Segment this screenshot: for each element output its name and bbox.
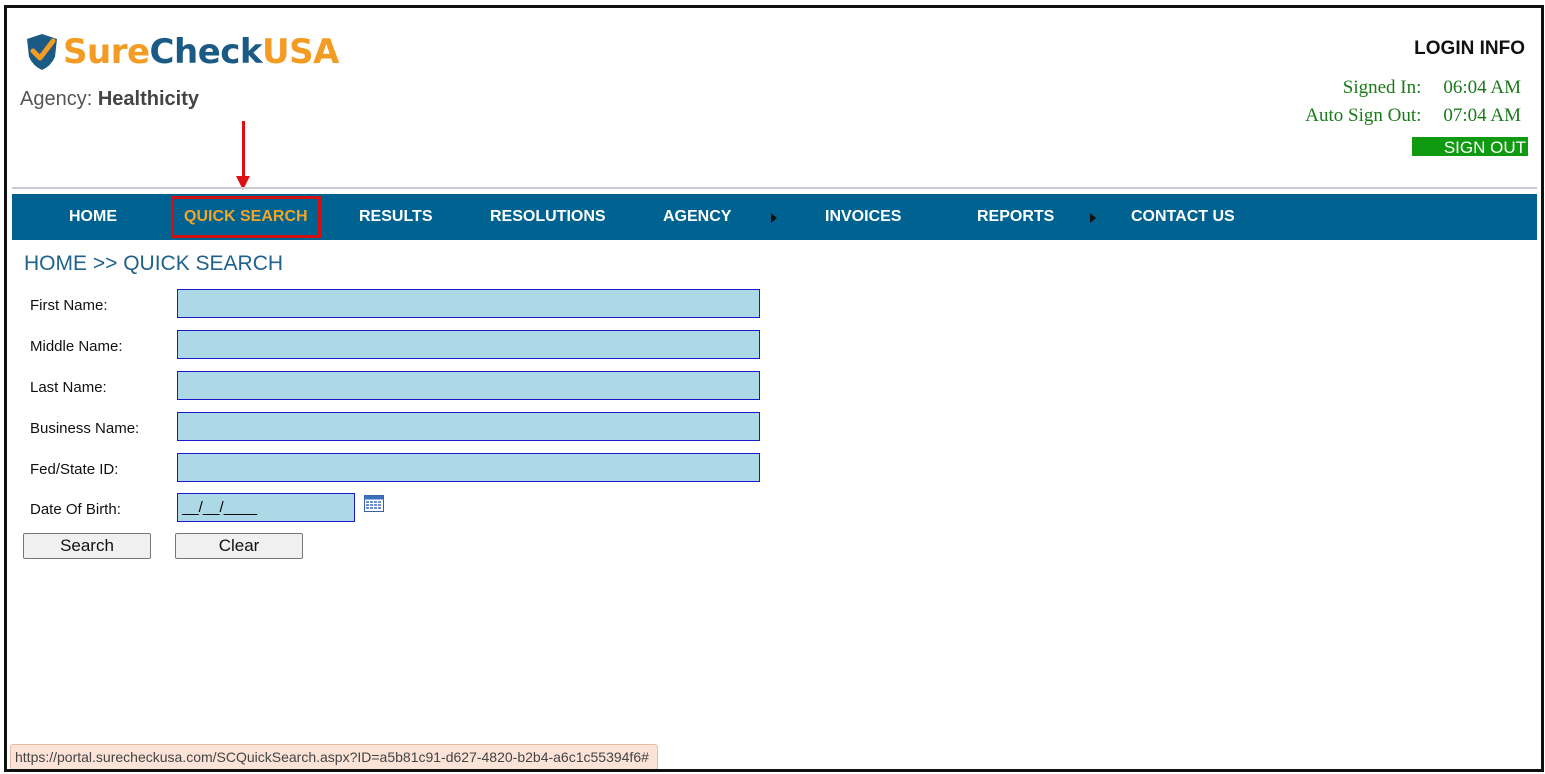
clear-button[interactable]: Clear bbox=[175, 533, 303, 559]
header-divider bbox=[12, 187, 1537, 189]
middle-name-input[interactable] bbox=[177, 330, 760, 359]
nav-reports[interactable]: REPORTS bbox=[977, 194, 1054, 240]
reports-submenu-caret-icon[interactable] bbox=[1090, 213, 1096, 223]
agency-label: Agency: bbox=[20, 88, 93, 110]
nav-invoices[interactable]: INVOICES bbox=[825, 194, 901, 240]
auto-sign-out-row: Auto Sign Out: 07:04 AM bbox=[1305, 105, 1521, 127]
login-info-title: LOGIN INFO bbox=[1414, 38, 1525, 59]
signed-in-time: 06:04 AM bbox=[1443, 77, 1521, 98]
first-name-input[interactable] bbox=[177, 289, 760, 318]
nav-contact-us[interactable]: CONTACT US bbox=[1131, 194, 1235, 240]
date-of-birth-input[interactable] bbox=[177, 493, 355, 522]
date-of-birth-label: Date Of Birth: bbox=[30, 501, 121, 518]
middle-name-label: Middle Name: bbox=[30, 338, 123, 355]
status-bar-url: https://portal.surecheckusa.com/SCQuickS… bbox=[10, 744, 658, 769]
first-name-label: First Name: bbox=[30, 297, 108, 314]
logo-part-usa: USA bbox=[262, 32, 339, 72]
agency-info: Agency: Healthicity bbox=[20, 88, 199, 111]
nav-agency[interactable]: AGENCY bbox=[663, 194, 731, 240]
logo-text: SureCheckUSA bbox=[63, 32, 339, 72]
main-nav: HOME QUICK SEARCH RESULTS RESOLUTIONS AG… bbox=[12, 194, 1537, 240]
nav-home[interactable]: HOME bbox=[69, 194, 117, 240]
fed-state-id-input[interactable] bbox=[177, 453, 760, 482]
nav-resolutions[interactable]: RESOLUTIONS bbox=[490, 194, 606, 240]
signed-in-row: Signed In: 06:04 AM bbox=[1343, 77, 1521, 99]
auto-sign-out-time: 07:04 AM bbox=[1443, 105, 1521, 126]
red-arrow-annotation bbox=[242, 121, 245, 179]
signed-in-label: Signed In: bbox=[1342, 77, 1422, 98]
browser-frame: SureCheckUSA Agency: Healthicity LOGIN I… bbox=[4, 5, 1544, 772]
sign-out-button[interactable]: SIGN OUT bbox=[1412, 137, 1528, 157]
logo-part-sure: Sure bbox=[63, 32, 150, 72]
logo-part-check: Check bbox=[149, 32, 263, 72]
auto-sign-out-label: Auto Sign Out: bbox=[1305, 105, 1422, 126]
business-name-input[interactable] bbox=[177, 412, 760, 441]
fed-state-id-label: Fed/State ID: bbox=[30, 461, 119, 478]
nav-results[interactable]: RESULTS bbox=[359, 194, 432, 240]
surecheck-logo[interactable]: SureCheckUSA bbox=[25, 32, 339, 72]
calendar-icon[interactable] bbox=[364, 495, 384, 512]
last-name-input[interactable] bbox=[177, 371, 760, 400]
agency-name: Healthicity bbox=[97, 88, 199, 110]
search-button[interactable]: Search bbox=[23, 533, 151, 559]
business-name-label: Business Name: bbox=[30, 420, 140, 437]
breadcrumb: HOME >> QUICK SEARCH bbox=[24, 252, 284, 275]
agency-submenu-caret-icon[interactable] bbox=[771, 213, 777, 223]
last-name-label: Last Name: bbox=[30, 379, 107, 396]
nav-quick-search[interactable]: QUICK SEARCH bbox=[171, 196, 321, 238]
shield-check-icon bbox=[27, 34, 57, 70]
